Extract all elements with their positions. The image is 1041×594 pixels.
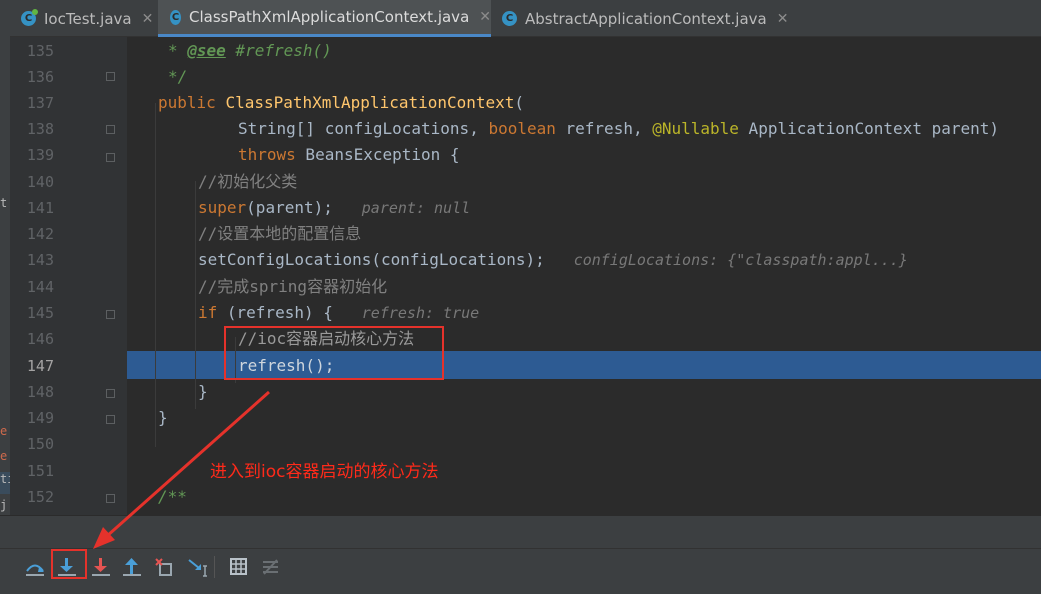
fold-marker-icon[interactable] (106, 389, 115, 398)
line-number: 143 (26, 251, 54, 269)
fold-marker-icon[interactable] (106, 415, 115, 424)
line-number: 151 (26, 462, 54, 480)
line-number: 144 (26, 278, 54, 296)
class-icon: C (502, 11, 517, 26)
code-line-135: * @see #refresh() (168, 41, 332, 60)
annotation-highlight-box (224, 326, 444, 380)
code-line-140: //初始化父类 (198, 172, 298, 191)
fold-marker-icon[interactable] (106, 125, 115, 134)
inline-value-hint: configLocations: {"classpath:appl...} (573, 251, 908, 269)
left-fragment: j (0, 498, 8, 512)
code-line-152: /** (158, 487, 187, 506)
line-number: 152 (26, 488, 54, 506)
code-line-137: public ClassPathXmlApplicationContext( (158, 93, 525, 112)
left-fragment: t (0, 196, 8, 210)
run-to-cursor-icon[interactable] (185, 556, 211, 578)
line-number: 138 (26, 120, 54, 138)
line-number: 137 (26, 94, 54, 112)
tab-label: IocTest.java (44, 9, 132, 28)
left-fragment: e (0, 424, 8, 438)
left-fragment: ti (0, 472, 10, 494)
fold-marker-icon[interactable] (106, 494, 115, 503)
class-icon: C (170, 9, 182, 25)
code-line-141: super(parent); parent: null (198, 198, 471, 217)
line-number: 149 (26, 409, 54, 427)
code-line-139: throws BeansException { (238, 145, 460, 164)
left-fragment: e (0, 449, 8, 463)
tab-label: ClassPathXmlApplicationContext.java (189, 8, 470, 26)
line-number: 148 (26, 383, 54, 401)
debug-panel-header (0, 515, 1041, 548)
code-line-148: } (198, 382, 208, 401)
fold-marker-icon[interactable] (106, 72, 115, 81)
line-number: 140 (26, 173, 54, 191)
left-panel-strip: t e e ti j (0, 0, 10, 550)
javadoc-tag: @see (187, 41, 226, 60)
code-line-138: String[] configLocations, boolean refres… (238, 119, 1000, 138)
line-number: 135 (26, 42, 54, 60)
show-execution-point-icon[interactable] (22, 556, 48, 578)
inline-value-hint: refresh: true (361, 304, 480, 322)
line-number: 141 (26, 199, 54, 217)
inline-value-hint: parent: null (361, 199, 471, 217)
step-out-icon[interactable] (119, 556, 145, 578)
code-editor[interactable]: * @see #refresh() */ public ClassPathXml… (127, 37, 1041, 515)
line-number: 139 (26, 146, 54, 164)
line-number-gutter: 135 136 137 138 139 140 141 142 143 144 … (10, 37, 127, 515)
code-line-144: //完成spring容器初始化 (198, 277, 388, 296)
tab-abstractapplicationcontext[interactable]: C AbstractApplicationContext.java ✕ (491, 0, 791, 37)
tab-classpathxmlapplicationcontext[interactable]: C ClassPathXmlApplicationContext.java ✕ (158, 0, 491, 37)
evaluate-expression-icon[interactable] (226, 556, 252, 578)
code-line-145: if (refresh) { refresh: true (198, 303, 480, 322)
step-into-icon[interactable] (88, 556, 114, 578)
close-icon[interactable]: ✕ (142, 11, 154, 27)
line-number: 142 (26, 225, 54, 243)
code-line-142: //设置本地的配置信息 (198, 224, 362, 243)
tab-label: AbstractApplicationContext.java (525, 9, 767, 28)
close-icon[interactable]: ✕ (777, 11, 789, 27)
line-number: 150 (26, 435, 54, 453)
line-number: 136 (26, 68, 54, 86)
line-number-current: 147 (26, 357, 54, 375)
fold-marker-icon[interactable] (106, 310, 115, 319)
annotation-toolbar-highlight (51, 549, 87, 579)
class-icon: C (21, 9, 38, 26)
close-icon[interactable]: ✕ (479, 9, 491, 25)
code-line-149: } (158, 408, 168, 427)
drop-frame-icon[interactable] (152, 556, 178, 578)
code-line-136: */ (168, 67, 188, 86)
fold-marker-icon[interactable] (106, 153, 115, 162)
tab-ioctest[interactable]: C IocTest.java ✕ (10, 0, 158, 37)
line-number: 146 (26, 330, 54, 348)
code-line-143: setConfigLocations(configLocations); con… (198, 250, 908, 269)
annotation-text: 进入到ioc容器启动的核心方法 (210, 462, 439, 482)
line-number: 145 (26, 304, 54, 322)
toolbar-separator (214, 556, 215, 578)
trace-icon[interactable] (258, 556, 284, 578)
editor-tab-bar: C IocTest.java ✕ C ClassPathXmlApplicati… (10, 0, 1041, 37)
